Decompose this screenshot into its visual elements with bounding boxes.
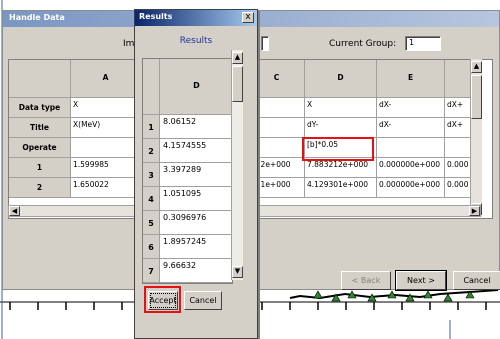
results-scroll-thumb[interactable] xyxy=(232,66,243,102)
grid-cell-d[interactable]: 4.129301e+000 xyxy=(305,178,377,198)
results-row-number: 3 xyxy=(143,163,160,187)
results-value-cell[interactable]: 9.66632 xyxy=(160,259,232,283)
results-grid-corner xyxy=(143,59,160,115)
grid-row-header[interactable]: 2 xyxy=(9,178,71,198)
results-cancel-button[interactable]: Cancel xyxy=(184,291,222,310)
grid-cell-a[interactable]: X(MeV) xyxy=(71,118,141,138)
grid-corner xyxy=(9,60,71,98)
results-titlebar: Results xyxy=(135,10,257,26)
scroll-thumb[interactable] xyxy=(471,75,482,119)
results-heading: Results xyxy=(179,36,213,46)
scroll-up-icon[interactable]: ▲ xyxy=(471,61,482,73)
results-row-number: 6 xyxy=(143,235,160,259)
grid-col-header-d[interactable]: D xyxy=(305,60,377,98)
results-vertical-scrollbar[interactable]: ▲ ▼ xyxy=(231,50,243,280)
grid-cell-e[interactable] xyxy=(377,138,445,158)
results-value-cell[interactable]: 4.1574555 xyxy=(160,139,232,163)
results-grid[interactable]: D 1 8.06152 2 4.1574555 3 3.397289 4 1.051095 5 0… xyxy=(142,58,233,284)
results-value-cell[interactable]: 1.051095 xyxy=(160,187,232,211)
results-row-number: 2 xyxy=(143,139,160,163)
results-row-number: 1 xyxy=(143,115,160,139)
results-col-header[interactable]: D xyxy=(160,59,232,115)
results-value-cell[interactable]: 8.06152 xyxy=(160,115,232,139)
scroll-left-icon[interactable]: ◀ xyxy=(9,206,20,216)
current-group-input[interactable]: 1 xyxy=(405,36,441,51)
grid-cell-e[interactable]: dX- xyxy=(377,118,445,138)
grid-cell-a[interactable]: 1.650022 xyxy=(71,178,141,198)
results-row-number: 7 xyxy=(143,259,160,283)
grid-cell-e[interactable]: 0.000000e+000 xyxy=(377,158,445,178)
results-value-cell[interactable]: 0.3096976 xyxy=(160,211,232,235)
results-row-number: 8 xyxy=(143,283,160,284)
current-group-label: Current Group: xyxy=(329,39,397,49)
grid-cell-a[interactable]: 1.599985 xyxy=(71,158,141,178)
close-icon[interactable]: x xyxy=(242,12,254,23)
grid-cell-d[interactable]: X xyxy=(305,98,377,118)
results-row-number: 4 xyxy=(143,187,160,211)
results-value-cell[interactable]: 1.8957245 xyxy=(160,235,232,259)
grid-col-header-e[interactable]: E xyxy=(377,60,445,98)
grid-vertical-scrollbar[interactable]: ▲ ▼ xyxy=(470,59,482,217)
results-scroll-up-icon[interactable]: ▲ xyxy=(232,52,243,64)
grid-cell-d[interactable]: 7.883212e+000 xyxy=(305,158,377,178)
grid-row-header[interactable]: Data type xyxy=(9,98,71,118)
import-field-edge[interactable] xyxy=(261,36,269,51)
grid-cell-e[interactable]: 0.000000e+000 xyxy=(377,178,445,198)
next-button[interactable]: Next > xyxy=(395,270,447,291)
cancel-button[interactable]: Cancel xyxy=(453,271,500,290)
results-row-number: 5 xyxy=(143,211,160,235)
grid-row-header[interactable]: 1 xyxy=(9,158,71,178)
grid-cell-a[interactable] xyxy=(71,138,141,158)
plot-marker xyxy=(443,293,453,302)
plot-marker xyxy=(313,290,323,299)
formula-highlight-box xyxy=(302,137,374,161)
accept-highlight-box xyxy=(144,286,181,313)
grid-cell-a[interactable]: X xyxy=(71,98,141,118)
results-value-cell[interactable]: 3.397289 xyxy=(160,163,232,187)
grid-col-header-a[interactable]: A xyxy=(71,60,141,98)
grid-cell-e[interactable]: dX- xyxy=(377,98,445,118)
scroll-right-icon[interactable]: ▶ xyxy=(469,206,480,216)
back-button[interactable]: < Back xyxy=(341,271,391,290)
grid-row-header[interactable]: Title xyxy=(9,118,71,138)
results-scroll-down-icon[interactable]: ▼ xyxy=(232,266,243,278)
grid-row-header[interactable]: Operate xyxy=(9,138,71,158)
grid-cell-d[interactable]: dY- xyxy=(305,118,377,138)
results-value-cell[interactable]: 14.002085 xyxy=(160,283,233,284)
